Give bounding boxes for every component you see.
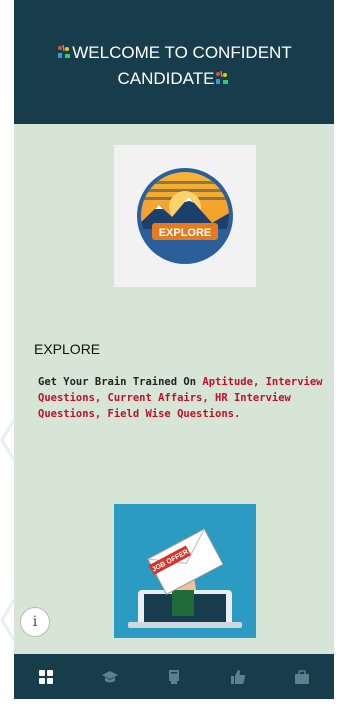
section-title: EXPLORE	[34, 341, 101, 357]
svg-text:EXPLORE: EXPLORE	[159, 227, 212, 239]
confetti-icon	[216, 70, 229, 84]
briefcase-icon	[295, 669, 309, 684]
nav-item-home[interactable]	[26, 662, 66, 692]
page-title: WELCOME TO CONFIDENT CANDIDATE	[34, 40, 314, 92]
info-icon: i	[32, 614, 38, 630]
section-description: Get Your Brain Trained On Aptitude, Inte…	[38, 374, 334, 422]
app-header: WELCOME TO CONFIDENT CANDIDATE	[14, 0, 334, 124]
app-screen: WELCOME TO CONFIDENT CANDIDATE EXPLORE E…	[14, 0, 334, 699]
explore-logo: EXPLORE	[137, 168, 233, 264]
confetti-icon	[58, 44, 71, 58]
job-offer-image[interactable]: JOB OFFER	[114, 504, 256, 638]
book-icon	[169, 669, 179, 684]
nav-item-jobs[interactable]	[282, 662, 322, 692]
nav-item-feedback[interactable]	[218, 662, 258, 692]
title-line-1: WELCOME TO CONFIDENT	[72, 43, 292, 62]
explore-logo-card[interactable]: EXPLORE	[114, 145, 256, 287]
title-line-2: CANDIDATE	[117, 69, 215, 88]
nav-item-reading[interactable]	[154, 662, 194, 692]
job-offer-illustration: JOB OFFER	[114, 504, 256, 638]
grid-icon	[39, 669, 53, 684]
description-prefix: Get Your Brain Trained On	[38, 376, 203, 388]
thumbs-up-icon	[231, 669, 246, 684]
graduation-cap-icon	[102, 670, 118, 682]
info-button[interactable]: i	[20, 607, 50, 637]
bottom-navigation	[14, 654, 334, 699]
nav-item-courses[interactable]	[90, 662, 130, 692]
background-decoration	[0, 380, 16, 700]
